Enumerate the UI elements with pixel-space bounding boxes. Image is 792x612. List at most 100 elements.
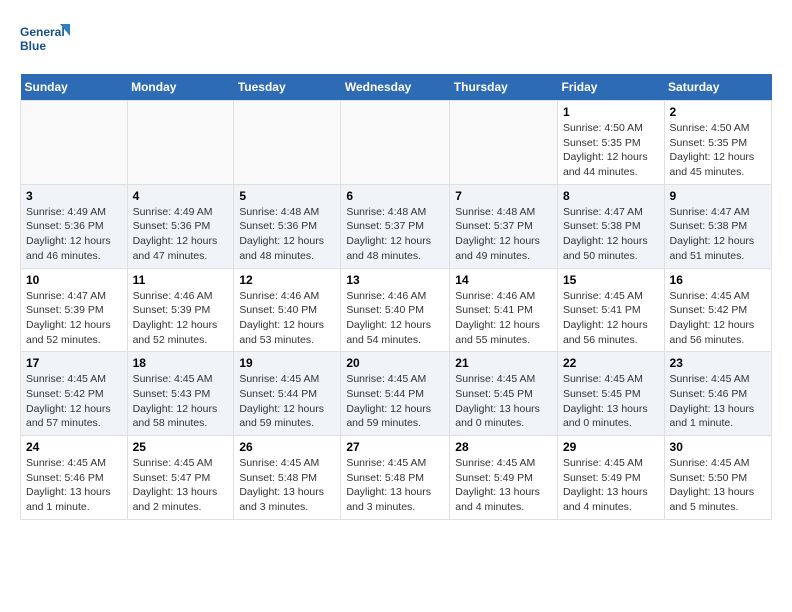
- calendar-cell: 19 Sunrise: 4:45 AMSunset: 5:44 PMDayligh…: [234, 352, 341, 436]
- day-info: Sunrise: 4:46 AMSunset: 5:40 PMDaylight:…: [239, 289, 335, 348]
- day-info: Sunrise: 4:50 AMSunset: 5:35 PMDaylight:…: [670, 121, 766, 180]
- calendar-cell: 5Sunrise: 4:48 AMSunset: 5:36 PMDaylight…: [234, 184, 341, 268]
- day-number: 13: [346, 273, 444, 287]
- day-number: 24: [26, 440, 122, 454]
- weekday-header-saturday: Saturday: [664, 74, 771, 101]
- day-number: 23: [670, 356, 766, 370]
- weekday-header-friday: Friday: [557, 74, 664, 101]
- calendar-cell: 27 Sunrise: 4:45 AMSunset: 5:48 PMDayligh…: [341, 436, 450, 520]
- day-info: Sunrise: 4:49 AMSunset: 5:36 PMDaylight:…: [26, 205, 122, 264]
- calendar-cell: 25 Sunrise: 4:45 AMSunset: 5:47 PMDayligh…: [127, 436, 234, 520]
- weekday-header-sunday: Sunday: [21, 74, 128, 101]
- calendar-cell: 3 Sunrise: 4:49 AMSunset: 5:36 PMDaylight…: [21, 184, 128, 268]
- calendar-cell: [341, 101, 450, 185]
- calendar-cell: 14Sunrise: 4:46 AMSunset: 5:41 PMDayligh…: [450, 268, 558, 352]
- calendar-cell: 23Sunrise: 4:45 AMSunset: 5:46 PMDayligh…: [664, 352, 771, 436]
- calendar-cell: 8 Sunrise: 4:47 AMSunset: 5:38 PMDaylight…: [557, 184, 664, 268]
- day-info: Sunrise: 4:48 AMSunset: 5:37 PMDaylight:…: [455, 205, 552, 264]
- day-number: 12: [239, 273, 335, 287]
- day-number: 21: [455, 356, 552, 370]
- calendar-cell: 2Sunrise: 4:50 AMSunset: 5:35 PMDaylight…: [664, 101, 771, 185]
- calendar-cell: 26 Sunrise: 4:45 AMSunset: 5:48 PMDayligh…: [234, 436, 341, 520]
- calendar-cell: 13 Sunrise: 4:46 AMSunset: 5:40 PMDayligh…: [341, 268, 450, 352]
- day-number: 10: [26, 273, 122, 287]
- day-number: 8: [563, 189, 659, 203]
- day-info: Sunrise: 4:45 AMSunset: 5:48 PMDaylight:…: [346, 456, 444, 515]
- day-info: Sunrise: 4:45 AMSunset: 5:49 PMDaylight:…: [455, 456, 552, 515]
- weekday-header-tuesday: Tuesday: [234, 74, 341, 101]
- calendar-cell: 18 Sunrise: 4:45 AMSunset: 5:43 PMDayligh…: [127, 352, 234, 436]
- day-number: 19: [239, 356, 335, 370]
- day-number: 18: [133, 356, 229, 370]
- calendar-cell: 9 Sunrise: 4:47 AMSunset: 5:38 PMDaylight…: [664, 184, 771, 268]
- calendar-cell: 6 Sunrise: 4:48 AMSunset: 5:37 PMDaylight…: [341, 184, 450, 268]
- day-info: Sunrise: 4:45 AMSunset: 5:50 PMDaylight:…: [670, 456, 766, 515]
- day-number: 11: [133, 273, 229, 287]
- calendar-cell: 10 Sunrise: 4:47 AMSunset: 5:39 PMDayligh…: [21, 268, 128, 352]
- calendar-cell: 22Sunrise: 4:45 AMSunset: 5:45 PMDayligh…: [557, 352, 664, 436]
- day-number: 7: [455, 189, 552, 203]
- day-info: Sunrise: 4:45 AMSunset: 5:41 PMDaylight:…: [563, 289, 659, 348]
- day-info: Sunrise: 4:45 AMSunset: 5:42 PMDaylight:…: [26, 372, 122, 431]
- calendar-cell: 20 Sunrise: 4:45 AMSunset: 5:44 PMDayligh…: [341, 352, 450, 436]
- page-header: General Blue: [20, 20, 772, 64]
- calendar-week-1: 1 Sunrise: 4:50 AMSunset: 5:35 PMDaylight…: [21, 101, 772, 185]
- day-info: Sunrise: 4:45 AMSunset: 5:43 PMDaylight:…: [133, 372, 229, 431]
- calendar-cell: 7 Sunrise: 4:48 AMSunset: 5:37 PMDaylight…: [450, 184, 558, 268]
- day-number: 9: [670, 189, 766, 203]
- day-info: Sunrise: 4:45 AMSunset: 5:42 PMDaylight:…: [670, 289, 766, 348]
- day-number: 20: [346, 356, 444, 370]
- day-info: Sunrise: 4:45 AMSunset: 5:49 PMDaylight:…: [563, 456, 659, 515]
- day-info: Sunrise: 4:47 AMSunset: 5:38 PMDaylight:…: [670, 205, 766, 264]
- day-info: Sunrise: 4:45 AMSunset: 5:46 PMDaylight:…: [26, 456, 122, 515]
- calendar-cell: 16 Sunrise: 4:45 AMSunset: 5:42 PMDayligh…: [664, 268, 771, 352]
- day-info: Sunrise: 4:47 AMSunset: 5:39 PMDaylight:…: [26, 289, 122, 348]
- day-info: Sunrise: 4:46 AMSunset: 5:40 PMDaylight:…: [346, 289, 444, 348]
- day-info: Sunrise: 4:45 AMSunset: 5:47 PMDaylight:…: [133, 456, 229, 515]
- day-info: Sunrise: 4:48 AMSunset: 5:37 PMDaylight:…: [346, 205, 444, 264]
- calendar-table: SundayMondayTuesdayWednesdayThursdayFrid…: [20, 74, 772, 520]
- day-info: Sunrise: 4:45 AMSunset: 5:44 PMDaylight:…: [346, 372, 444, 431]
- day-number: 29: [563, 440, 659, 454]
- calendar-week-4: 17 Sunrise: 4:45 AMSunset: 5:42 PMDayligh…: [21, 352, 772, 436]
- calendar-cell: 28 Sunrise: 4:45 AMSunset: 5:49 PMDayligh…: [450, 436, 558, 520]
- day-number: 14: [455, 273, 552, 287]
- day-info: Sunrise: 4:45 AMSunset: 5:45 PMDaylight:…: [563, 372, 659, 431]
- day-number: 27: [346, 440, 444, 454]
- day-info: Sunrise: 4:50 AMSunset: 5:35 PMDaylight:…: [563, 121, 659, 180]
- calendar-week-5: 24 Sunrise: 4:45 AMSunset: 5:46 PMDayligh…: [21, 436, 772, 520]
- day-info: Sunrise: 4:47 AMSunset: 5:38 PMDaylight:…: [563, 205, 659, 264]
- day-info: Sunrise: 4:45 AMSunset: 5:44 PMDaylight:…: [239, 372, 335, 431]
- day-number: 5: [239, 189, 335, 203]
- day-info: Sunrise: 4:49 AMSunset: 5:36 PMDaylight:…: [133, 205, 229, 264]
- day-number: 17: [26, 356, 122, 370]
- day-number: 16: [670, 273, 766, 287]
- day-number: 28: [455, 440, 552, 454]
- logo: General Blue: [20, 20, 70, 64]
- calendar-week-2: 3 Sunrise: 4:49 AMSunset: 5:36 PMDaylight…: [21, 184, 772, 268]
- calendar-cell: 21 Sunrise: 4:45 AMSunset: 5:45 PMDayligh…: [450, 352, 558, 436]
- calendar-cell: 29 Sunrise: 4:45 AMSunset: 5:49 PMDayligh…: [557, 436, 664, 520]
- day-number: 15: [563, 273, 659, 287]
- calendar-week-3: 10 Sunrise: 4:47 AMSunset: 5:39 PMDayligh…: [21, 268, 772, 352]
- weekday-header-thursday: Thursday: [450, 74, 558, 101]
- weekday-header-monday: Monday: [127, 74, 234, 101]
- day-number: 4: [133, 189, 229, 203]
- day-number: 3: [26, 189, 122, 203]
- calendar-cell: [234, 101, 341, 185]
- day-number: 1: [563, 105, 659, 119]
- calendar-cell: [127, 101, 234, 185]
- day-info: Sunrise: 4:45 AMSunset: 5:45 PMDaylight:…: [455, 372, 552, 431]
- day-number: 6: [346, 189, 444, 203]
- day-info: Sunrise: 4:45 AMSunset: 5:48 PMDaylight:…: [239, 456, 335, 515]
- calendar-cell: 11Sunrise: 4:46 AMSunset: 5:39 PMDayligh…: [127, 268, 234, 352]
- day-number: 26: [239, 440, 335, 454]
- day-number: 25: [133, 440, 229, 454]
- calendar-cell: 17 Sunrise: 4:45 AMSunset: 5:42 PMDayligh…: [21, 352, 128, 436]
- calendar-cell: 24 Sunrise: 4:45 AMSunset: 5:46 PMDayligh…: [21, 436, 128, 520]
- calendar-cell: 1 Sunrise: 4:50 AMSunset: 5:35 PMDaylight…: [557, 101, 664, 185]
- day-number: 30: [670, 440, 766, 454]
- svg-text:General: General: [20, 25, 65, 39]
- calendar-cell: [450, 101, 558, 185]
- calendar-cell: [21, 101, 128, 185]
